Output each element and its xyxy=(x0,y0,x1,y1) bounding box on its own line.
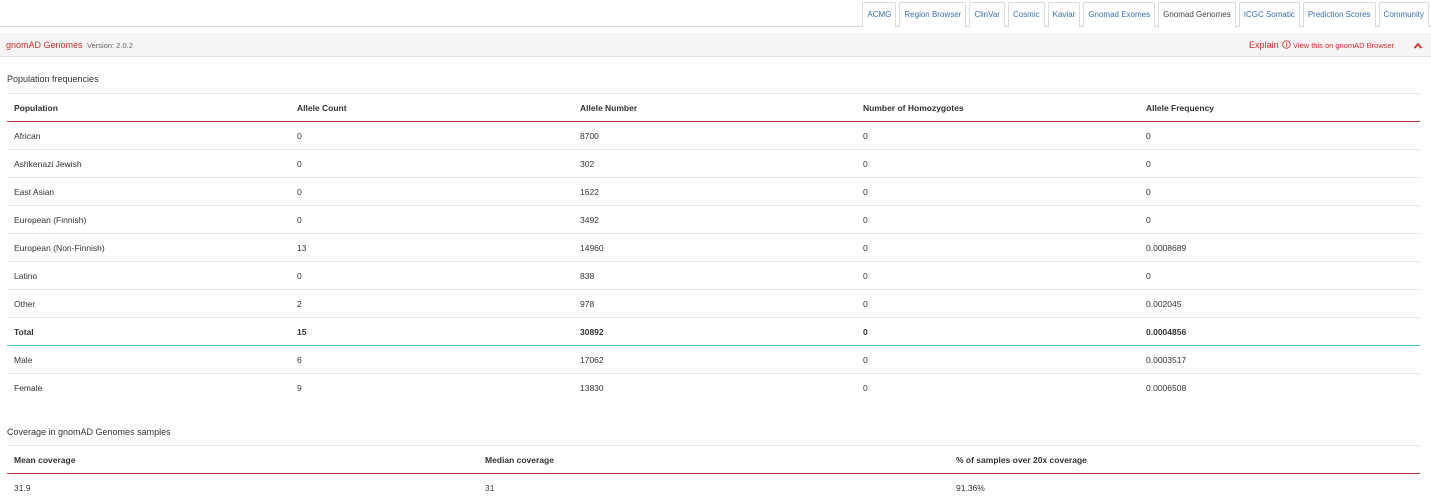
column-header-pct-over-20x: % of samples over 20x coverage xyxy=(956,454,1087,465)
table-row: Ashkenazi Jewish 0 302 0 0 xyxy=(7,150,1420,178)
cell-allele-count: 9 xyxy=(297,382,302,393)
cell-homozygotes: 0 xyxy=(863,214,868,225)
cell-homozygotes: 0 xyxy=(863,130,868,141)
cell-allele-number: 302 xyxy=(580,158,595,169)
cell-population: African xyxy=(14,130,41,141)
cell-mean-coverage: 31.9 xyxy=(14,482,31,493)
cell-allele-frequency: 0 xyxy=(1146,186,1151,197)
cell-allele-frequency: 0 xyxy=(1146,130,1151,141)
column-header-median-coverage: Median coverage xyxy=(485,454,554,465)
cell-population: Latino xyxy=(14,270,38,281)
cell-allele-frequency: 0.0008689 xyxy=(1146,242,1187,253)
tab-bar: ACMG Region Browser ClinVar Cosmic Kavia… xyxy=(0,0,1431,28)
cell-allele-count: 0 xyxy=(297,270,302,281)
population-header-row: Population Allele Count Allele Number Nu… xyxy=(7,93,1420,122)
cell-median-coverage: 31 xyxy=(485,482,495,493)
tab-community[interactable]: Community xyxy=(1378,2,1429,27)
total-row: Total 15 30892 0 0.0004856 xyxy=(7,317,1420,346)
cell-allele-count: 13 xyxy=(297,242,307,253)
cell-homozygotes: 0 xyxy=(863,382,868,393)
cell-allele-count: 0 xyxy=(297,158,302,169)
cell-population: East Asian xyxy=(14,186,55,197)
table-row: European (Finnish) 0 3492 0 0 xyxy=(7,206,1420,234)
cell-allele-frequency: 0.0006508 xyxy=(1146,382,1187,393)
table-row: Latino 0 838 0 0 xyxy=(7,262,1420,290)
cell-homozygotes: 0 xyxy=(863,326,868,337)
table-row: Male 6 17062 0 0.0003517 xyxy=(7,346,1420,374)
tab-clinvar[interactable]: ClinVar xyxy=(969,2,1005,27)
cell-allele-number: 978 xyxy=(580,298,595,309)
tab-list: ACMG Region Browser ClinVar Cosmic Kavia… xyxy=(859,2,1429,28)
panel-header: gnomAD Genomes Version: 2.0.2 Explain Vi… xyxy=(0,33,1431,57)
table-row: East Asian 0 1622 0 0 xyxy=(7,178,1420,206)
panel-version: Version: 2.0.2 xyxy=(87,41,133,50)
cell-allele-number: 17062 xyxy=(580,354,604,365)
cell-allele-frequency: 0.0004856 xyxy=(1146,326,1187,337)
table-row: European (Non-Finnish) 13 14960 0 0.0008… xyxy=(7,234,1420,262)
chevron-up-icon[interactable] xyxy=(1413,41,1423,51)
tab-cosmic[interactable]: Cosmic xyxy=(1007,2,1045,27)
cell-allele-number: 14960 xyxy=(580,242,604,253)
cell-allele-count: 0 xyxy=(297,130,302,141)
population-table: Population Allele Count Allele Number Nu… xyxy=(7,93,1420,402)
column-header-mean-coverage: Mean coverage xyxy=(14,454,76,465)
tab-kaviar[interactable]: Kaviar xyxy=(1047,2,1081,27)
cell-allele-number: 8700 xyxy=(580,130,599,141)
column-header-allele-count: Allele Count xyxy=(297,102,347,113)
tab-prediction-scores[interactable]: Prediction Scores xyxy=(1302,2,1376,27)
cell-allele-frequency: 0.0003517 xyxy=(1146,354,1187,365)
tab-gnomad-genomes[interactable]: Gnomad Genomes xyxy=(1158,2,1236,28)
panel-title: gnomAD Genomes xyxy=(6,40,83,50)
table-row: Other 2 978 0 0.002045 xyxy=(7,290,1420,318)
cell-population: European (Non-Finnish) xyxy=(14,242,105,253)
table-row: 31.9 31 91.36% xyxy=(7,474,1420,498)
cell-allele-frequency: 0.002045 xyxy=(1146,298,1182,309)
cell-pct-over-20x: 91.36% xyxy=(956,482,985,493)
tab-gnomad-exomes[interactable]: Gnomad Exomes xyxy=(1083,2,1156,27)
cell-allele-frequency: 0 xyxy=(1146,270,1151,281)
cell-allele-number: 13830 xyxy=(580,382,604,393)
cell-allele-frequency: 0 xyxy=(1146,158,1151,169)
cell-population: Male xyxy=(14,354,33,365)
column-header-allele-number: Allele Number xyxy=(580,102,638,113)
cell-allele-count: 2 xyxy=(297,298,302,309)
cell-population: European (Finnish) xyxy=(14,214,87,225)
population-frequencies-title: Population frequencies xyxy=(7,74,99,84)
table-row: African 0 8700 0 0 xyxy=(7,122,1420,150)
cell-allele-count: 15 xyxy=(297,326,307,337)
cell-homozygotes: 0 xyxy=(863,270,868,281)
column-header-population: Population xyxy=(14,102,58,113)
cell-homozygotes: 0 xyxy=(863,186,868,197)
cell-population: Other xyxy=(14,298,36,309)
cell-population: Female xyxy=(14,382,43,393)
cell-population: Ashkenazi Jewish xyxy=(14,158,82,169)
info-icon xyxy=(1282,40,1291,49)
column-header-allele-frequency: Allele Frequency xyxy=(1146,102,1215,113)
cell-homozygotes: 0 xyxy=(863,242,868,253)
cell-allele-number: 1622 xyxy=(580,186,599,197)
cell-allele-count: 6 xyxy=(297,354,302,365)
cell-homozygotes: 0 xyxy=(863,158,868,169)
tab-region-browser[interactable]: Region Browser xyxy=(899,2,967,27)
cell-homozygotes: 0 xyxy=(863,298,868,309)
cell-population: Total xyxy=(14,326,34,337)
tab-icgc-somatic[interactable]: ICGC Somatic xyxy=(1238,2,1300,27)
tab-acmg[interactable]: ACMG xyxy=(862,2,897,27)
coverage-title: Coverage in gnomAD Genomes samples xyxy=(7,427,171,437)
cell-allele-count: 0 xyxy=(297,186,302,197)
cell-homozygotes: 0 xyxy=(863,354,868,365)
cell-allele-number: 30892 xyxy=(580,326,604,337)
explain-link[interactable]: Explain xyxy=(1249,40,1279,50)
cell-allele-number: 3492 xyxy=(580,214,599,225)
coverage-table: Mean coverage Median coverage % of sampl… xyxy=(7,445,1420,498)
cell-allele-count: 0 xyxy=(297,214,302,225)
cell-allele-frequency: 0 xyxy=(1146,214,1151,225)
column-header-homozygotes: Number of Homozygotes xyxy=(863,102,964,113)
cell-allele-number: 838 xyxy=(580,270,595,281)
coverage-header-row: Mean coverage Median coverage % of sampl… xyxy=(7,445,1420,474)
view-on-gnomad-link[interactable]: View this on gnomAD Browser xyxy=(1293,41,1394,50)
table-row: Female 9 13830 0 0.0006508 xyxy=(7,374,1420,402)
